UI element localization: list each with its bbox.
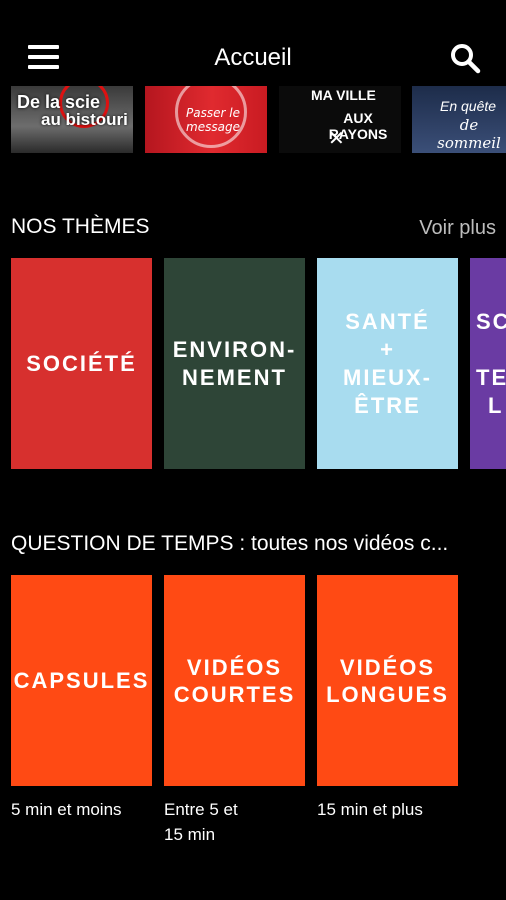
duration-caption: 15 min et plus — [317, 800, 423, 819]
thumbnail-caption: MA VILLE — [311, 87, 376, 103]
theme-tile-environnement[interactable]: ENVIRON- NEMENT — [164, 258, 305, 469]
featured-carousel[interactable]: De la scie au bistouri Passer le message… — [0, 86, 506, 154]
featured-video-thumbnail[interactable]: En quête de sommeil — [412, 86, 506, 153]
thumbnail-caption: de sommeil — [437, 116, 501, 152]
featured-video-thumbnail[interactable]: MA VILLE AUX RAYONS ✕ — [279, 86, 401, 153]
duration-tile-courtes[interactable]: VIDÉOS COURTES — [164, 575, 305, 786]
durations-section-title: QUESTION DE TEMPS : toutes nos vidéos c.… — [11, 532, 449, 555]
theme-tile-sante[interactable]: SANTÉ + MIEUX- ÊTRE — [317, 258, 458, 469]
duration-tile-capsules[interactable]: CAPSULES — [11, 575, 152, 786]
thumbnail-caption: Passer le message — [186, 106, 240, 134]
featured-video-thumbnail[interactable]: De la scie au bistouri — [11, 86, 133, 153]
page-title: Accueil — [214, 44, 292, 71]
theme-label: SANTÉ + MIEUX- ÊTRE — [343, 308, 432, 418]
duration-label: VIDÉOS COURTES — [173, 654, 296, 707]
close-x-icon: ✕ — [328, 128, 345, 150]
duration-caption: 5 min et moins — [11, 800, 122, 819]
theme-tile-societe[interactable]: SOCIÉTÉ — [11, 258, 152, 469]
theme-tile-partial[interactable]: SC TE L — [470, 258, 506, 469]
themes-section-title: NOS THÈMES — [11, 215, 150, 238]
theme-label: SC TE L — [476, 308, 506, 418]
duration-tile-longues[interactable]: VIDÉOS LONGUES — [317, 575, 458, 786]
thumbnail-caption: En quête — [440, 98, 497, 114]
theme-label: SOCIÉTÉ — [26, 350, 137, 376]
duration-label: CAPSULES — [13, 668, 150, 693]
thumbnail-caption: au bistouri — [41, 110, 128, 129]
search-icon[interactable] — [449, 42, 481, 74]
duration-caption: Entre 5 et 15 min — [164, 800, 238, 844]
duration-label: VIDÉOS LONGUES — [326, 654, 449, 707]
app-header: Accueil — [0, 0, 506, 86]
see-more-link[interactable]: Voir plus — [419, 215, 496, 241]
theme-label: ENVIRON- NEMENT — [172, 336, 297, 390]
featured-video-thumbnail[interactable]: Passer le message — [145, 86, 267, 153]
